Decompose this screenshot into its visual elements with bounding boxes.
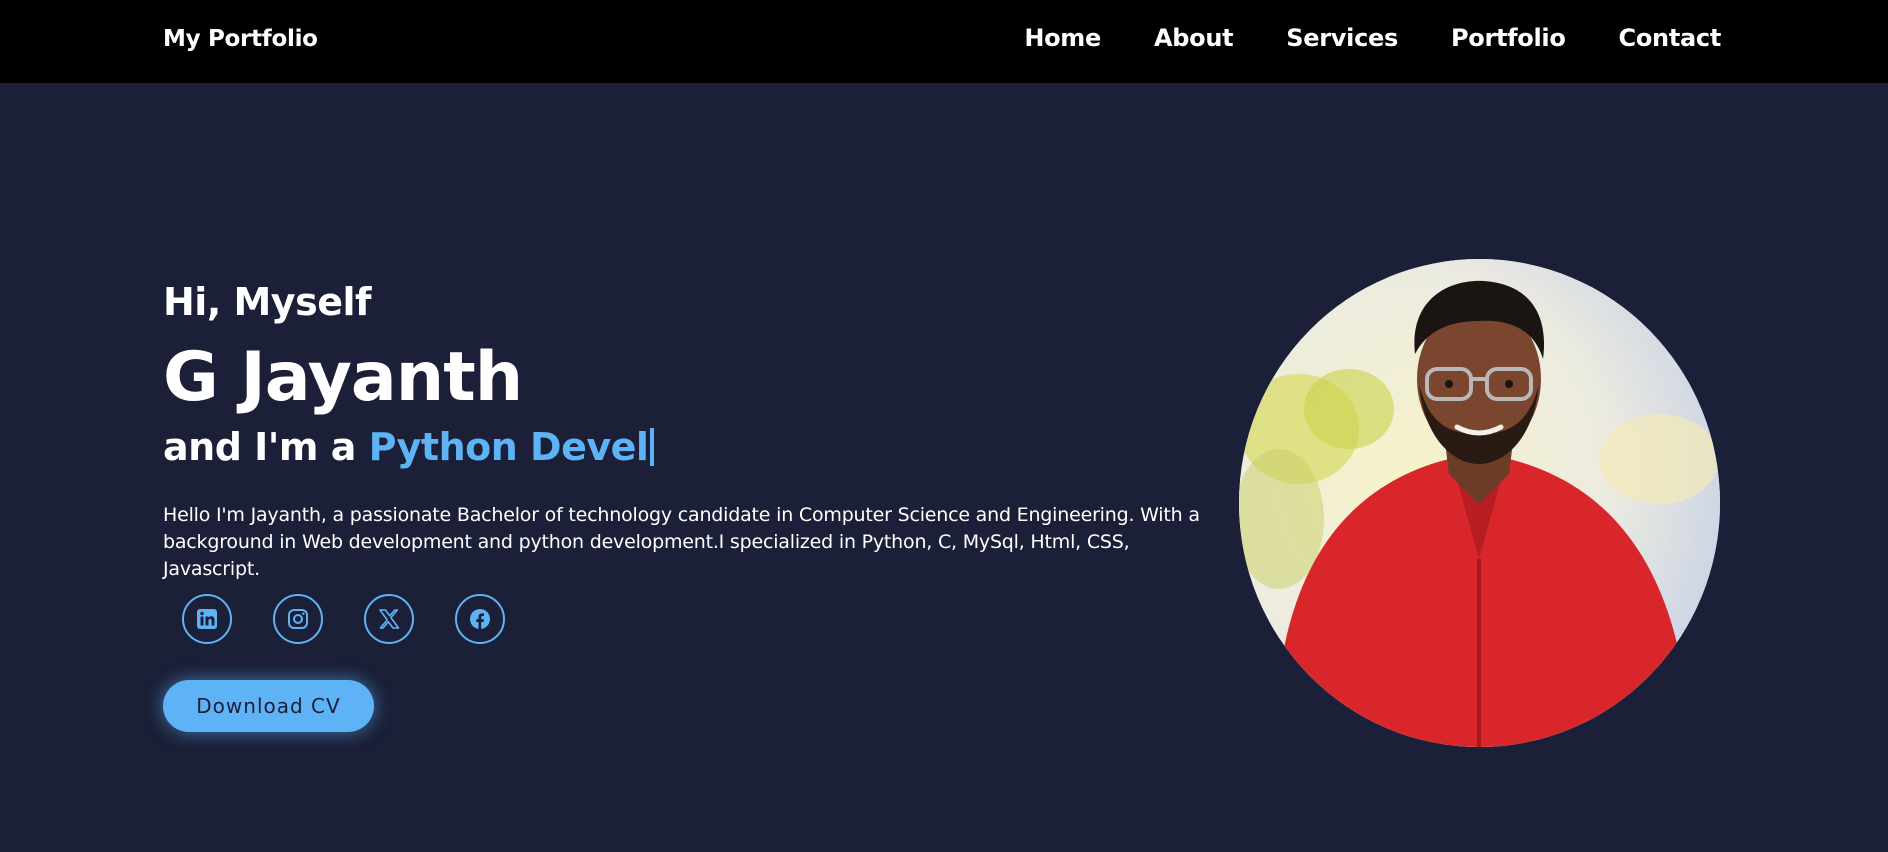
nav-link-about[interactable]: About (1154, 24, 1234, 52)
download-cv-button[interactable]: Download CV (163, 680, 374, 732)
nav-link-home[interactable]: Home (1024, 24, 1101, 52)
role-typed-text: Python Devel (368, 425, 649, 469)
profile-portrait (1239, 259, 1720, 747)
social-links (182, 594, 546, 644)
facebook-link[interactable] (455, 594, 505, 644)
typing-cursor (650, 428, 655, 466)
nav-link-contact[interactable]: Contact (1619, 24, 1722, 52)
x-icon (379, 609, 400, 629)
linkedin-icon (197, 609, 217, 629)
facebook-icon (470, 609, 490, 629)
instagram-icon (288, 609, 308, 629)
site-logo[interactable]: My Portfolio (163, 26, 318, 52)
role-prefix: and I'm a (163, 425, 356, 469)
x-link[interactable] (364, 594, 414, 644)
hero-greeting: Hi, Myself (163, 280, 372, 324)
hero-bio: Hello I'm Jayanth, a passionate Bachelor… (163, 504, 1200, 580)
hero-name: G Jayanth (163, 338, 523, 417)
linkedin-link[interactable] (182, 594, 232, 644)
hero-text: Hi, Myself G Jayanth and I'm a Python De… (163, 280, 1223, 732)
hero-role: and I'm a Python Devel (163, 425, 655, 469)
nav-links: Home About Services Portfolio Contact (971, 24, 1721, 52)
navbar: My Portfolio Home About Services Portfol… (0, 0, 1888, 83)
nav-link-services[interactable]: Services (1286, 24, 1398, 52)
profile-photo (1239, 259, 1720, 747)
nav-link-portfolio[interactable]: Portfolio (1451, 24, 1566, 52)
instagram-link[interactable] (273, 594, 323, 644)
